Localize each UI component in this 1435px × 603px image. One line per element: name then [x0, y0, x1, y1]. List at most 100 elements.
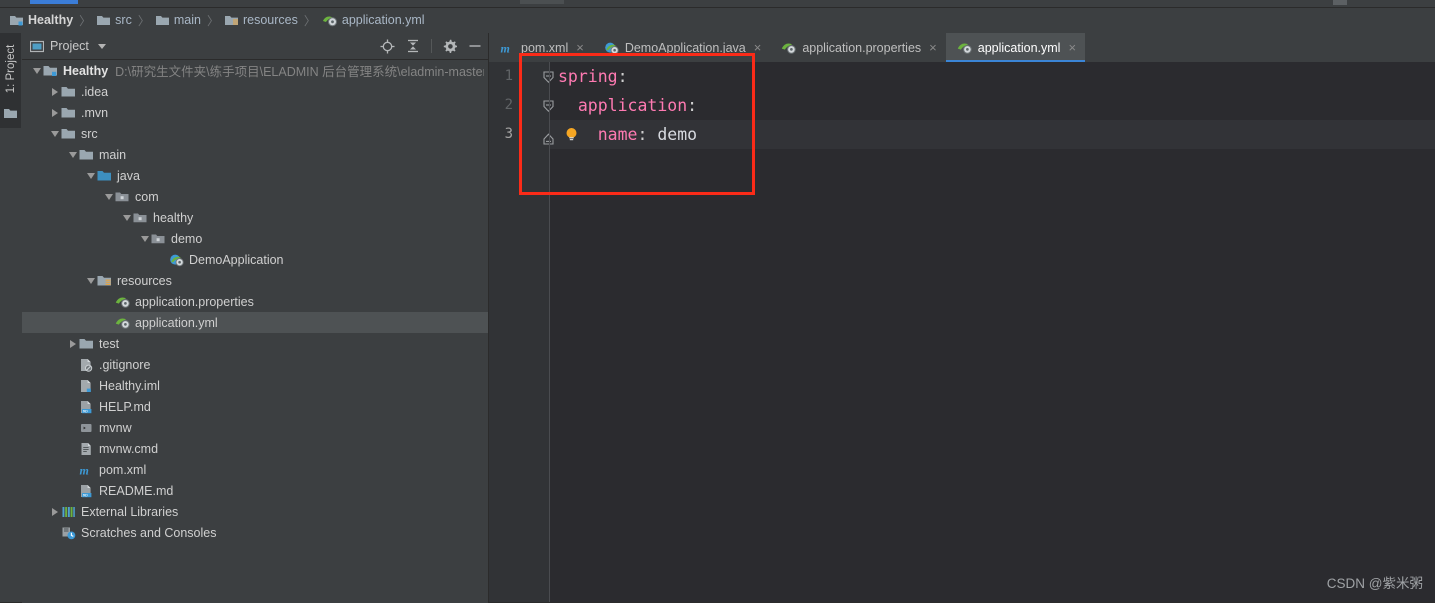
hide-icon[interactable]	[468, 39, 482, 53]
tree-row-healthy-iml[interactable]: Healthy.iml	[22, 375, 488, 396]
source-folder-icon	[97, 169, 112, 183]
tree-row-external-libraries[interactable]: External Libraries	[22, 501, 488, 522]
tree-row-main[interactable]: main	[22, 144, 488, 165]
tab-pom-xml[interactable]: m pom.xml ×	[489, 33, 593, 62]
locate-icon[interactable]	[380, 39, 395, 54]
chevron-right-icon[interactable]	[66, 337, 79, 350]
chevron-down-icon[interactable]	[84, 169, 97, 182]
code-editor[interactable]: 1 2 3 spring: application: name: demo	[489, 62, 1435, 602]
chevron-down-icon[interactable]	[120, 211, 133, 224]
breadcrumb-item-application-yml[interactable]: application.yml	[320, 13, 427, 27]
chevron-down-icon[interactable]	[66, 148, 79, 161]
tree-node-label: HELP.md	[99, 399, 151, 414]
chevron-right-icon[interactable]	[48, 505, 61, 518]
folder-icon	[61, 106, 76, 120]
project-tool-window: Project Healthy D:\研究生文件夹\练手项目\ELADMIN 后…	[22, 33, 489, 603]
spring-config-icon	[781, 41, 797, 55]
tree-row-mvnw[interactable]: mvnw	[22, 417, 488, 438]
tree-row-src[interactable]: src	[22, 123, 488, 144]
tree-node-label: DemoApplication	[189, 252, 284, 267]
maven-file-icon: m	[79, 463, 94, 477]
tree-node-path: D:\研究生文件夹\练手项目\ELADMIN 后台管理系统\eladmin-ma…	[115, 65, 484, 79]
tree-row-application-yml[interactable]: application.yml	[22, 312, 488, 333]
gear-icon[interactable]	[443, 39, 457, 53]
iml-file-icon	[79, 379, 94, 393]
tree-row-com[interactable]: com	[22, 186, 488, 207]
code-line: name: demo	[550, 120, 1435, 149]
close-icon[interactable]: ×	[929, 41, 937, 54]
tree-node-label: .mvn	[81, 105, 109, 120]
chevron-right-icon[interactable]	[48, 85, 61, 98]
breadcrumb-separator: 〉	[206, 13, 219, 28]
shell-file-icon	[79, 421, 94, 435]
tree-node-label: application.yml	[135, 315, 218, 330]
gitignore-file-icon	[79, 358, 94, 372]
tree-node-label: pom.xml	[99, 462, 147, 477]
close-icon[interactable]: ×	[754, 41, 762, 54]
tree-node-label: Healthy.iml	[99, 378, 160, 393]
chevron-down-icon[interactable]	[138, 232, 151, 245]
markdown-file-icon: MD	[79, 484, 94, 498]
yaml-colon: :	[637, 125, 648, 144]
breadcrumb-separator: 〉	[79, 13, 92, 28]
tree-row-idea[interactable]: .idea	[22, 81, 488, 102]
project-panel-title: Project	[50, 39, 89, 53]
project-tree[interactable]: Healthy D:\研究生文件夹\练手项目\ELADMIN 后台管理系统\ela…	[22, 60, 488, 603]
tab-application-yml[interactable]: application.yml ×	[945, 33, 1086, 62]
tree-row-healthy[interactable]: healthy	[22, 207, 488, 228]
close-icon[interactable]: ×	[1068, 41, 1076, 54]
maven-file-icon: m	[500, 41, 515, 55]
tab-application-properties[interactable]: application.properties ×	[770, 33, 945, 62]
tree-row-resources[interactable]: resources	[22, 270, 488, 291]
chevron-down-icon[interactable]	[102, 190, 115, 203]
intention-bulb-icon[interactable]	[563, 120, 579, 149]
tree-row-mvnw-cmd[interactable]: mvnw.cmd	[22, 438, 488, 459]
breadcrumb: Healthy 〉 src 〉 main 〉 resources 〉 appli…	[0, 8, 1435, 32]
tab-demoapplication-java[interactable]: DemoApplication.java ×	[593, 33, 771, 62]
package-icon	[115, 190, 130, 204]
breadcrumb-item-healthy[interactable]: Healthy	[8, 13, 75, 27]
chevron-down-icon[interactable]	[30, 64, 43, 77]
breadcrumb-item-main[interactable]: main	[154, 13, 203, 27]
tree-row-application-properties[interactable]: application.properties	[22, 291, 488, 312]
breadcrumb-label: application.yml	[341, 13, 425, 27]
project-panel-header: Project	[22, 33, 488, 60]
tree-row-gitignore[interactable]: .gitignore	[22, 354, 488, 375]
spring-class-icon	[169, 253, 184, 267]
tree-row-scratches-and-consoles[interactable]: Scratches and Consoles	[22, 522, 488, 543]
chevron-down-icon[interactable]	[48, 127, 61, 140]
tree-row-healthy[interactable]: Healthy D:\研究生文件夹\练手项目\ELADMIN 后台管理系统\ela…	[22, 60, 488, 81]
chevron-down-icon[interactable]	[97, 43, 106, 49]
tree-row-mvn[interactable]: .mvn	[22, 102, 488, 123]
breadcrumb-item-resources[interactable]: resources	[223, 13, 300, 27]
svg-text:MD: MD	[83, 494, 88, 498]
folder-icon	[97, 14, 111, 27]
sidebar-item-project-toolwindow[interactable]: 1: Project	[5, 36, 17, 102]
tree-row-help-md[interactable]: MD HELP.md	[22, 396, 488, 417]
tree-row-demo[interactable]: demo	[22, 228, 488, 249]
yaml-value: demo	[657, 125, 698, 144]
project-panel-title-group[interactable]: Project	[29, 39, 106, 53]
code-content[interactable]: spring: application: name: demo	[550, 62, 1435, 149]
line-number: 1	[504, 68, 513, 84]
tree-node-label: src	[81, 126, 98, 141]
chevron-down-icon[interactable]	[84, 274, 97, 287]
breadcrumb-item-src[interactable]: src	[95, 13, 134, 27]
spring-config-icon	[957, 41, 972, 55]
tree-row-test[interactable]: test	[22, 333, 488, 354]
chevron-right-icon[interactable]	[48, 106, 61, 119]
line-number: 3	[504, 126, 513, 142]
left-rail-active-area: 1: Project	[0, 33, 21, 128]
tree-row-readme-md[interactable]: MD README.md	[22, 480, 488, 501]
tree-row-pom-xml[interactable]: m pom.xml	[22, 459, 488, 480]
tree-row-java[interactable]: java	[22, 165, 488, 186]
close-icon[interactable]: ×	[576, 41, 584, 54]
code-line: spring:	[550, 62, 1435, 91]
tree-row-demoapplication[interactable]: DemoApplication	[22, 249, 488, 270]
folder-icon[interactable]	[4, 107, 18, 120]
yaml-key: spring	[558, 67, 618, 86]
collapse-all-icon[interactable]	[406, 39, 420, 53]
